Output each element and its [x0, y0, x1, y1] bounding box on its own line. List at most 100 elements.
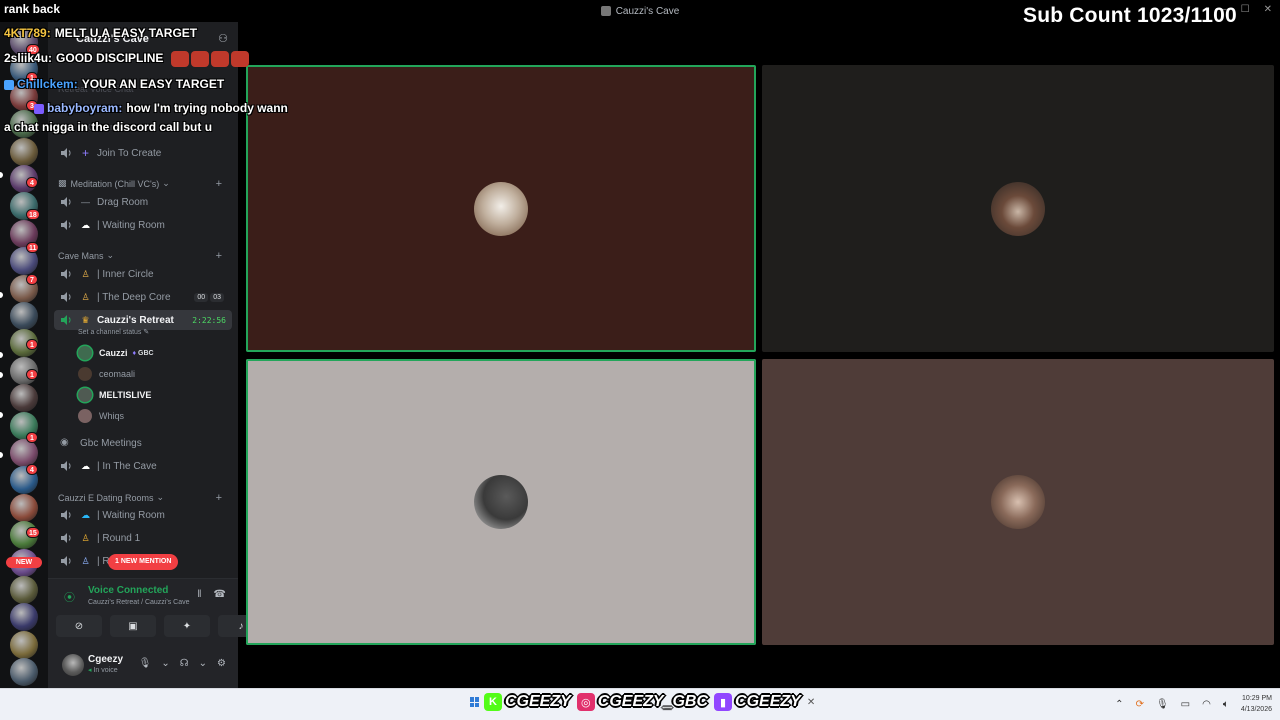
create-channel-icon[interactable]: +: [216, 492, 222, 504]
participant-avatar: [991, 181, 1045, 236]
devil-emotes: [170, 51, 251, 67]
kick-icon: K: [484, 693, 502, 711]
user-avatar[interactable]: [62, 654, 84, 676]
user-name[interactable]: Cgeezy: [88, 654, 123, 665]
participant-avatar: [474, 181, 528, 236]
create-channel-icon[interactable]: +: [216, 250, 222, 262]
video-tile[interactable]: [246, 359, 756, 645]
channel-name: Gbc Meetings: [80, 437, 142, 449]
display-icon[interactable]: ▭: [1181, 699, 1190, 710]
video-tile[interactable]: [246, 65, 756, 352]
channel-in-the-cave[interactable]: ☁ | In The Cave: [54, 456, 232, 476]
close-icon[interactable]: ✕: [807, 697, 815, 708]
server-icon[interactable]: [10, 630, 38, 659]
microphone-icon[interactable]: 🎙︎: [1156, 699, 1169, 710]
voice-status-title[interactable]: Voice Connected: [88, 585, 168, 596]
medal-icon: ♙: [81, 532, 90, 543]
channel-name: | Waiting Room: [97, 219, 165, 231]
wifi-icon[interactable]: ◠: [1202, 699, 1211, 710]
clock[interactable]: 10:29 PM 4/13/2026: [1241, 693, 1272, 715]
signal-icon[interactable]: ⦿: [64, 589, 75, 605]
server-icon[interactable]: [10, 137, 38, 166]
channel-drag-room[interactable]: — Drag Room: [54, 192, 232, 212]
windows-start-icon[interactable]: [470, 697, 480, 707]
server-icon[interactable]: [10, 439, 38, 467]
category-meditation[interactable]: ▩ Meditation (Chill VC's) ⌄ +: [58, 178, 228, 190]
chat-text: GOOD DISCIPLINE: [56, 51, 164, 66]
server-icon[interactable]: [10, 302, 38, 330]
server-icon[interactable]: [10, 384, 38, 413]
chevron-down-icon[interactable]: ⌄: [199, 658, 207, 669]
speaker-icon: [61, 269, 71, 279]
channel-dating-waiting-room[interactable]: ☁ | Waiting Room: [54, 505, 232, 525]
channel-name: Drag Room: [97, 196, 149, 208]
chat-text: MELT U A EASY TARGET: [54, 26, 198, 40]
screen-share-button[interactable]: ▣: [110, 615, 156, 637]
unread-indicator: [0, 412, 3, 418]
activities-button[interactable]: ✦: [164, 615, 210, 637]
close-icon[interactable]: ✕: [1264, 4, 1272, 15]
camera-off-button[interactable]: ⊘: [56, 615, 102, 637]
plus-icon: +: [81, 146, 89, 160]
voice-member-meltislive[interactable]: MELTISLIVE: [78, 386, 151, 404]
server-icon[interactable]: [10, 603, 38, 632]
chevron-up-icon[interactable]: ⌃: [1115, 699, 1123, 710]
server-icon[interactable]: [10, 493, 38, 522]
create-channel-icon[interactable]: +: [216, 178, 222, 190]
voice-status-location[interactable]: Cauzzi's Retreat / Cauzzi's Cave: [88, 599, 190, 606]
channel-join-to-create[interactable]: + Join To Create: [54, 143, 232, 163]
gear-icon[interactable]: ⚙: [217, 658, 226, 669]
activities-icon: ✦: [182, 620, 192, 632]
chevron-down-icon: ⌄: [162, 178, 170, 188]
chat-text: YOUR AN EASY TARGET: [81, 77, 225, 91]
invite-icon[interactable]: ⚇: [218, 26, 228, 52]
voice-connected-panel: ⦿ Voice Connected Cauzzi's Retreat / Cau…: [48, 578, 264, 644]
category-name: Cauzzi E Dating Rooms: [58, 492, 154, 503]
voice-member-whiqs[interactable]: Whiqs: [78, 407, 124, 425]
member-name: Whiqs: [99, 411, 125, 421]
mention-badge: 15: [26, 527, 40, 538]
unread-indicator: [0, 372, 3, 378]
voice-member-ceomaali[interactable]: ceomaali: [78, 365, 135, 383]
voice-member-cauzzi[interactable]: Cauzzi ♦ GBC: [78, 344, 154, 362]
server-icon[interactable]: [10, 576, 38, 604]
call-timer: 2:22:56: [192, 315, 226, 325]
devil-emote-icon: [190, 51, 209, 67]
channel-waiting-room[interactable]: ☁ | Waiting Room: [54, 215, 232, 235]
server-icon[interactable]: [10, 658, 38, 687]
category-dating-rooms[interactable]: Cauzzi E Dating Rooms ⌄ +: [58, 492, 228, 504]
chevron-down-icon[interactable]: ⌄: [161, 658, 169, 669]
new-mention-pill[interactable]: 1 NEW MENTION: [108, 554, 179, 570]
channel-deep-core[interactable]: ♙ | The Deep Core 00 03: [54, 287, 232, 307]
channel-emoji: —: [81, 197, 90, 207]
speaker-icon: [61, 197, 71, 207]
voice-status-icon: ◂: [88, 667, 92, 674]
channel-status[interactable]: Set a channel status ✎: [78, 328, 149, 336]
guild-tag: ♦ GBC: [132, 349, 154, 357]
mention-badge: 4: [26, 177, 38, 188]
chat-username: 4KT789:: [4, 26, 51, 40]
channel-inner-circle[interactable]: ♙ | Inner Circle: [54, 264, 232, 284]
headphones-icon[interactable]: ☊: [180, 658, 189, 669]
chat-username: Chillckem:: [17, 77, 78, 91]
new-servers-badge[interactable]: NEW: [6, 557, 42, 568]
sync-icon[interactable]: ⟳: [1136, 699, 1144, 710]
avatar: [78, 388, 92, 402]
video-tile[interactable]: [762, 65, 1274, 352]
channel-cauzzis-retreat[interactable]: ♛ Cauzzi's Retreat 2:22:56: [54, 310, 232, 330]
category-name: Cave Mans: [58, 250, 104, 261]
channel-round-1[interactable]: ♙ | Round 1: [54, 528, 232, 548]
microphone-icon[interactable]: 🎙︎: [139, 658, 152, 669]
disconnect-icon[interactable]: ☎: [214, 589, 226, 600]
mention-badge: 4: [26, 464, 38, 475]
noise-suppression-icon[interactable]: ǁ: [197, 589, 201, 600]
stage-icon: ◉: [60, 437, 69, 448]
volume-icon[interactable]: 🔈︎: [1223, 699, 1229, 710]
category-cave-mans[interactable]: Cave Mans ⌄ +: [58, 250, 228, 262]
mention-badge: 1: [26, 369, 38, 380]
social-handles: K CGEEZY ◎ CGEEZY_GBC ▮ CGEEZY ✕: [470, 693, 815, 711]
video-tile[interactable]: [762, 359, 1274, 645]
maximize-icon[interactable]: ☐: [1241, 4, 1250, 15]
unread-indicator: [0, 352, 3, 358]
channel-gbc-meetings[interactable]: ◉ Gbc Meetings: [54, 433, 232, 453]
